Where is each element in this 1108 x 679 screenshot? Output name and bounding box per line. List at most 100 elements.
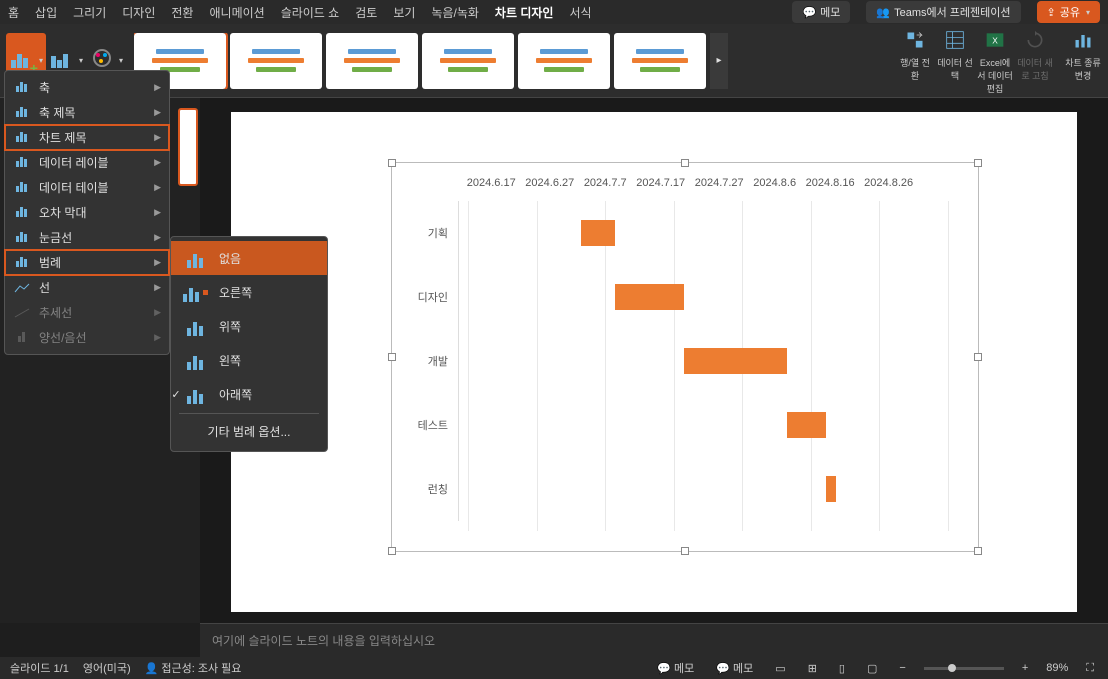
menu-updown-bars: 양선/음선▶: [5, 325, 169, 350]
tab-chart-design[interactable]: 차트 디자인: [495, 4, 554, 21]
slide-thumbnail-1[interactable]: [178, 108, 198, 186]
legend-more-options[interactable]: 기타 범례 옵션...: [171, 416, 327, 447]
view-reading-button[interactable]: ▯: [835, 662, 849, 675]
menu-gridlines[interactable]: 눈금선▶: [5, 225, 169, 250]
tab-design[interactable]: 디자인: [122, 4, 155, 21]
y-label-1: 디자인: [402, 289, 458, 305]
chevron-down-icon: ▾: [1086, 8, 1090, 17]
legend-submenu: 없음 오른쪽 위쪽 왼쪽 ✓ 아래쪽 기타 범례 옵션...: [170, 236, 328, 452]
chart-style-gallery: ▸: [134, 33, 886, 89]
notes-pane[interactable]: 여기에 슬라이드 노트의 내용을 입력하십시오: [200, 623, 1108, 657]
menu-lines[interactable]: 선▶: [5, 275, 169, 300]
menu-trendline: 추세선▶: [5, 300, 169, 325]
tab-view[interactable]: 보기: [393, 4, 415, 21]
bar-1[interactable]: [615, 284, 683, 310]
teams-present-button[interactable]: 👥Teams에서 프레젠테이션: [866, 1, 1020, 23]
tab-slideshow[interactable]: 슬라이드 쇼: [281, 4, 340, 21]
menubar: 홈 삽입 그리기 디자인 전환 애니메이션 슬라이드 쇼 검토 보기 녹음/녹화…: [0, 0, 1108, 24]
zoom-out-button[interactable]: −: [895, 662, 909, 674]
x-axis-labels: 2024.6.172024.6.272024.7.72024.7.172024.…: [402, 173, 968, 189]
tab-insert[interactable]: 삽입: [35, 4, 57, 21]
bar-0[interactable]: [581, 220, 615, 246]
legend-icon: [13, 255, 31, 271]
chart-style-2[interactable]: [230, 33, 322, 89]
bar-4[interactable]: [826, 476, 836, 502]
menu-legend[interactable]: 범례▶: [5, 250, 169, 275]
updown-icon: [13, 330, 31, 346]
menu-chart-title[interactable]: 차트 제목▶: [5, 125, 169, 150]
notes-toggle-1[interactable]: 💬 메모: [653, 660, 698, 676]
slide-counter[interactable]: 슬라이드 1/1: [10, 660, 69, 676]
menu-data-labels[interactable]: 데이터 레이블▶: [5, 150, 169, 175]
legend-right[interactable]: 오른쪽: [171, 275, 327, 309]
select-data-button[interactable]: 데이터 선택: [936, 27, 974, 95]
notes-placeholder: 여기에 슬라이드 노트의 내용을 입력하십시오: [212, 634, 435, 648]
y-label-2: 개발: [402, 353, 458, 369]
tab-review[interactable]: 검토: [355, 4, 377, 21]
menu-axes[interactable]: 축▶: [5, 75, 169, 100]
zoom-level[interactable]: 89%: [1046, 662, 1068, 674]
chart-style-6[interactable]: [614, 33, 706, 89]
excel-icon: X: [982, 27, 1008, 53]
menu-error-bars[interactable]: 오차 막대▶: [5, 200, 169, 225]
notes-toggle-2[interactable]: 💬 메모: [712, 660, 757, 676]
legend-none-icon: [181, 248, 209, 268]
share-button[interactable]: ⇪공유▾: [1037, 1, 1100, 23]
tab-home[interactable]: 홈: [8, 4, 19, 21]
bar-3[interactable]: [787, 412, 826, 438]
chevron-down-icon: ▾: [119, 56, 123, 65]
chart-style-3[interactable]: [326, 33, 418, 89]
comment-icon: 💬: [802, 6, 816, 19]
chart-element-menu: 축▶ 축 제목▶ 차트 제목▶ 데이터 레이블▶ 데이터 테이블▶ 오차 막대▶…: [4, 70, 170, 355]
fit-to-window-button[interactable]: ⛶: [1082, 662, 1098, 675]
edit-excel-button[interactable]: X Excel에서 데이터 편집: [976, 27, 1014, 95]
menu-data-table[interactable]: 데이터 테이블▶: [5, 175, 169, 200]
legend-left-icon: [181, 350, 209, 370]
tab-transition[interactable]: 전환: [171, 4, 193, 21]
axes-icon: [13, 80, 31, 96]
chart-type-icon: [1070, 27, 1096, 53]
chart-object[interactable]: 2024.6.172024.6.272024.7.72024.7.172024.…: [391, 162, 979, 552]
gallery-more-button[interactable]: ▸: [710, 33, 728, 89]
change-chart-type-button[interactable]: 차트 종류 변경: [1064, 27, 1102, 95]
person-icon: 👤: [145, 663, 159, 675]
chart-style-4[interactable]: [422, 33, 514, 89]
axis-title-icon: [13, 105, 31, 121]
view-sorter-button[interactable]: ⊞: [804, 662, 821, 675]
y-label-0: 기획: [402, 225, 458, 241]
tab-animation[interactable]: 애니메이션: [209, 4, 264, 21]
language-indicator[interactable]: 영어(미국): [83, 660, 131, 676]
legend-top[interactable]: 위쪽: [171, 309, 327, 343]
data-table-icon: [13, 180, 31, 196]
tab-format[interactable]: 서식: [569, 4, 591, 21]
chart-style-5[interactable]: [518, 33, 610, 89]
chevron-down-icon: ▾: [79, 56, 83, 65]
grid-icon: [942, 27, 968, 53]
share-icon: ⇪: [1047, 6, 1056, 19]
bar-2[interactable]: [684, 348, 787, 374]
legend-none[interactable]: 없음: [171, 241, 327, 275]
check-icon: ✓: [169, 388, 183, 401]
slide-canvas[interactable]: 2024.6.172024.6.272024.7.72024.7.172024.…: [200, 98, 1108, 623]
y-label-3: 테스트: [402, 417, 458, 433]
tab-draw[interactable]: 그리기: [73, 4, 106, 21]
legend-bottom-icon: [181, 384, 209, 404]
refresh-icon: [1022, 27, 1048, 53]
zoom-slider[interactable]: [924, 667, 1004, 670]
y-label-4: 런칭: [402, 481, 458, 497]
memo-button[interactable]: 💬메모: [792, 1, 850, 23]
zoom-in-button[interactable]: +: [1018, 662, 1032, 674]
error-bar-icon: [13, 205, 31, 221]
legend-left[interactable]: 왼쪽: [171, 343, 327, 377]
chevron-down-icon: ▾: [39, 56, 43, 65]
teams-icon: 👥: [876, 6, 890, 19]
tab-record[interactable]: 녹음/녹화: [431, 4, 479, 21]
view-slideshow-button[interactable]: ▢: [863, 662, 881, 675]
view-normal-button[interactable]: ▭: [771, 662, 789, 675]
accessibility-status[interactable]: 👤 접근성: 조사 필요: [145, 660, 242, 676]
refresh-data-button: 데이터 새로 고침: [1016, 27, 1054, 95]
switch-row-col-button[interactable]: 행/열 전환: [896, 27, 934, 95]
menu-axis-titles[interactable]: 축 제목▶: [5, 100, 169, 125]
legend-bottom[interactable]: ✓ 아래쪽: [171, 377, 327, 411]
slide: 2024.6.172024.6.272024.7.72024.7.172024.…: [231, 112, 1077, 612]
